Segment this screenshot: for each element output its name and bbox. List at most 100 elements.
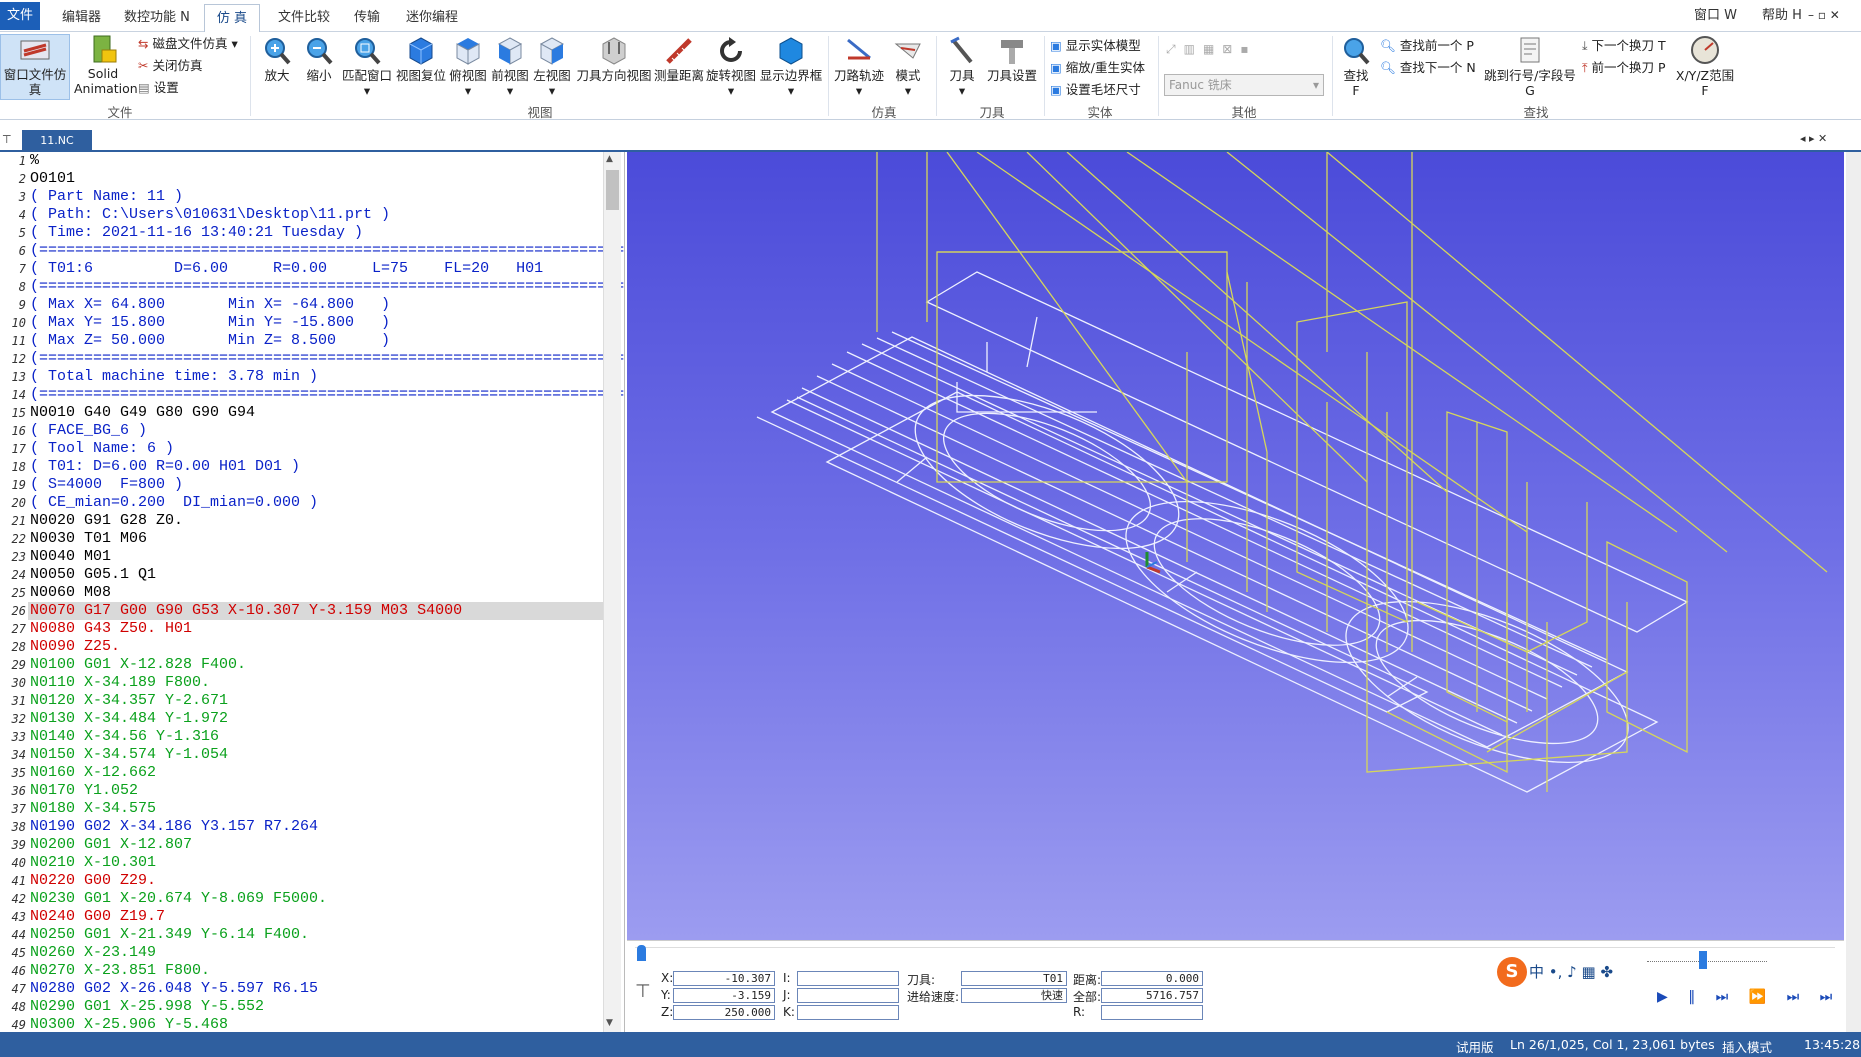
tool-direction-view-button[interactable]: 刀具方向视图 <box>574 36 654 83</box>
code-line[interactable]: O0101 <box>30 170 75 188</box>
show-solid-model-button[interactable]: ▣ 显示实体模型 <box>1050 36 1141 56</box>
rotate-view-button[interactable]: 旋转视图 ▾ <box>706 36 756 98</box>
window-file-sim-button[interactable]: 窗口文件仿真 <box>0 34 70 100</box>
speed-slider[interactable] <box>1647 961 1767 967</box>
code-line[interactable]: N0160 X-12.662 <box>30 764 156 782</box>
scroll-thumb[interactable] <box>606 170 619 210</box>
ime-toolbar[interactable]: 中 •, ♪ ▦ ✤ <box>1529 961 1613 982</box>
code-line[interactable]: (=======================================… <box>30 242 624 260</box>
code-line[interactable]: ( FACE_BG_6 ) <box>30 422 147 440</box>
code-line[interactable]: N0060 M08 <box>30 584 111 602</box>
code-line[interactable]: ( Time: 2021-11-16 13:40:21 Tuesday ) <box>30 224 363 242</box>
code-line[interactable]: N0150 X-34.574 Y-1.054 <box>30 746 228 764</box>
zoom-regen-button[interactable]: ▣ 缩放/重生实体 <box>1050 58 1145 78</box>
tab-cnc[interactable]: 数控功能 N <box>118 4 196 32</box>
zoom-in-button[interactable]: 放大 <box>258 36 296 83</box>
code-line[interactable]: % <box>30 152 39 170</box>
code-line[interactable]: ( Max Y= 15.800 Min Y= -15.800 ) <box>30 314 390 332</box>
tab-mini-programming[interactable]: 迷你编程 <box>400 4 464 32</box>
menu-window[interactable]: 窗口 W <box>1688 2 1743 30</box>
toolpath-button[interactable]: 刀路轨迹 ▾ <box>834 36 884 98</box>
left-view-button[interactable]: 左视图 ▾ <box>532 36 572 98</box>
code-line[interactable]: N0240 G00 Z19.7 <box>30 908 165 926</box>
code-line[interactable]: N0230 G01 X-20.674 Y-8.069 F5000. <box>30 890 327 908</box>
code-line[interactable]: ( Total machine time: 3.78 min ) <box>30 368 318 386</box>
solid-animation-button[interactable]: Solid Animation <box>74 34 138 96</box>
timeline-track[interactable] <box>635 947 1835 953</box>
playback-controls[interactable]: ▶ ‖ ⏭ ⏩ ⏭ ⏭ <box>1657 989 1840 1005</box>
prev-tool-change-button[interactable]: ⤒ 前一个换刀 P <box>1582 58 1666 78</box>
measure-distance-button[interactable]: 测量距离 <box>652 36 706 83</box>
speed-slider-thumb[interactable] <box>1699 951 1707 969</box>
find-prev-button[interactable]: 🔍︎ 查找前一个 P <box>1380 36 1474 56</box>
code-line[interactable]: ( Tool Name: 6 ) <box>30 440 174 458</box>
pin-icon[interactable]: ⊤ <box>2 133 16 147</box>
code-line[interactable]: N0020 G91 G28 Z0. <box>30 512 183 530</box>
code-line[interactable]: N0300 X-25.906 Y-5.468 <box>30 1016 228 1032</box>
mode-button[interactable]: 模式 ▾ <box>886 36 930 98</box>
code-line[interactable]: ( Max Z= 50.000 Min Z= 8.500 ) <box>30 332 390 350</box>
settings-button[interactable]: ▤ 设置 <box>138 78 179 98</box>
front-view-button[interactable]: 前视图 ▾ <box>490 36 530 98</box>
editor-scrollbar[interactable]: ▲ ▼ <box>603 152 621 1032</box>
code-line[interactable]: ( Max X= 64.800 Min X= -64.800 ) <box>30 296 390 314</box>
code-line[interactable]: N0090 Z25. <box>30 638 120 656</box>
code-line[interactable]: ( S=4000 F=800 ) <box>30 476 183 494</box>
code-line[interactable]: N0080 G43 Z50. H01 <box>30 620 192 638</box>
code-line[interactable]: N0130 X-34.484 Y-1.972 <box>30 710 228 728</box>
find-button[interactable]: 查找 F <box>1336 36 1376 98</box>
nc-code-editor[interactable]: 1% 2 O0101 3 ( Part Name: 11 ) 4 ( Path: C:\Us… <box>0 152 625 1032</box>
code-line[interactable]: N0200 G01 X-12.807 <box>30 836 192 854</box>
code-line[interactable]: ( CE_mian=0.200 DI_mian=0.000 ) <box>30 494 318 512</box>
document-tab-11nc[interactable]: 11.NC <box>22 130 92 152</box>
ime-logo-icon[interactable]: S <box>1497 957 1527 987</box>
tab-transfer[interactable]: 传输 <box>348 4 386 32</box>
code-line[interactable]: N0140 X-34.56 Y-1.316 <box>30 728 219 746</box>
tab-editor[interactable]: 编辑器 <box>56 4 107 32</box>
xyz-range-button[interactable]: X/Y/Z范围 F <box>1670 34 1740 98</box>
view-reset-button[interactable]: 视图复位 <box>394 36 448 83</box>
code-line[interactable]: N0110 X-34.189 F800. <box>30 674 210 692</box>
code-line[interactable]: N0210 X-10.301 <box>30 854 156 872</box>
code-line[interactable]: N0260 X-23.149 <box>30 944 156 962</box>
code-line[interactable]: N0070 G17 G00 G90 G53 X-10.307 Y-3.159 M… <box>30 602 462 620</box>
close-sim-button[interactable]: ✂ 关闭仿真 <box>138 56 202 76</box>
code-line[interactable]: N0050 G05.1 Q1 <box>30 566 156 584</box>
window-controls[interactable]: – ▫ ✕ <box>1808 8 1858 22</box>
menu-help[interactable]: 帮助 H <box>1756 2 1808 30</box>
top-view-button[interactable]: 俯视图 ▾ <box>448 36 488 98</box>
code-line[interactable]: N0220 G00 Z29. <box>30 872 156 890</box>
code-line[interactable]: ( Part Name: 11 ) <box>30 188 183 206</box>
code-line[interactable]: ( T01:6 D=6.00 R=0.00 L=75 FL=20 H01 <box>30 260 543 278</box>
tab-file[interactable]: 文件 F <box>0 2 40 51</box>
code-line[interactable]: N0010 G40 G49 G80 G90 G94 <box>30 404 255 422</box>
show-bounds-button[interactable]: 显示边界框 ▾ <box>758 36 824 98</box>
tool-settings-button[interactable]: 刀具设置 <box>984 36 1040 83</box>
tool-button[interactable]: 刀具 ▾ <box>942 36 982 98</box>
code-line[interactable]: (=======================================… <box>30 350 624 368</box>
next-tool-change-button[interactable]: ⤓ 下一个换刀 T <box>1582 36 1666 56</box>
code-line[interactable]: N0040 M01 <box>30 548 111 566</box>
disk-file-sim-button[interactable]: ⇆ 磁盘文件仿真 ▾ <box>138 34 238 54</box>
code-line[interactable]: N0100 G01 X-12.828 F400. <box>30 656 246 674</box>
scroll-up-icon[interactable]: ▲ <box>606 154 613 164</box>
code-line[interactable]: N0280 G02 X-26.048 Y-5.597 R6.15 <box>30 980 318 998</box>
tab-compare[interactable]: 文件比较 <box>272 4 336 32</box>
code-line[interactable]: N0180 X-34.575 <box>30 800 156 818</box>
code-line[interactable]: N0250 G01 X-21.349 Y-6.14 F400. <box>30 926 309 944</box>
simulation-viewport[interactable] <box>627 151 1844 940</box>
machine-select[interactable]: Fanuc 铣床 ▾ <box>1164 74 1324 96</box>
fit-window-button[interactable]: 匹配窗口 ▾ <box>340 36 394 98</box>
code-line[interactable]: ( Path: C:\Users\010631\Desktop\11.prt ) <box>30 206 390 224</box>
jump-to-line-button[interactable]: 跳到行号/字段号 G <box>1484 36 1576 98</box>
code-line[interactable]: N0270 X-23.851 F800. <box>30 962 210 980</box>
code-line[interactable]: N0120 X-34.357 Y-2.671 <box>30 692 228 710</box>
code-line[interactable]: N0170 Y1.052 <box>30 782 138 800</box>
code-line[interactable]: N0290 G01 X-25.998 Y-5.552 <box>30 998 264 1016</box>
code-line[interactable]: N0190 G02 X-34.186 Y3.157 R7.264 <box>30 818 318 836</box>
zoom-out-button[interactable]: 缩小 <box>300 36 338 83</box>
set-stock-button[interactable]: ▣ 设置毛坯尺寸 <box>1050 80 1141 100</box>
code-line[interactable]: N0030 T01 M06 <box>30 530 147 548</box>
find-next-button[interactable]: 🔍︎ 查找下一个 N <box>1380 58 1476 78</box>
tab-nav-controls[interactable]: ◂ ▸ ✕ <box>1800 132 1827 145</box>
